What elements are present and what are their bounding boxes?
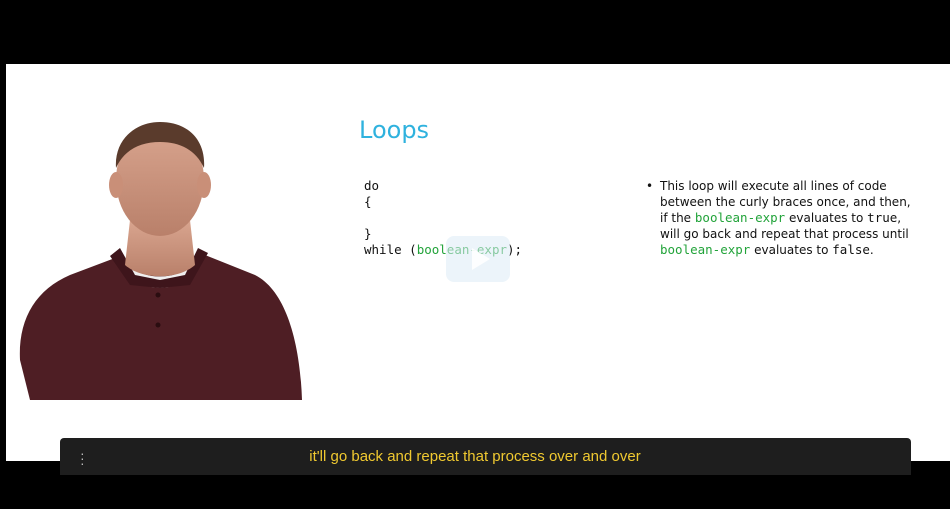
caption-text: it'll go back and repeat that process ov… (309, 448, 641, 465)
inline-code-false: false (832, 242, 870, 257)
inline-code-boolean-expr: boolean-expr (694, 210, 786, 225)
slide-title: Loops (359, 116, 430, 144)
code-line-open-brace: { (364, 194, 372, 209)
bullet-list: • This loop will execute all lines of co… (646, 178, 916, 258)
inline-code-boolean-expr-2: boolean-expr (660, 242, 751, 257)
code-line-close-brace: } (364, 226, 372, 241)
play-icon[interactable] (446, 236, 510, 282)
presenter-video (19, 122, 303, 400)
inline-code-true: true (867, 210, 898, 225)
bullet-dot-icon: • (646, 179, 654, 193)
code-line-do: do (364, 178, 380, 193)
bullet-item: This loop will execute all lines of code… (660, 179, 911, 257)
